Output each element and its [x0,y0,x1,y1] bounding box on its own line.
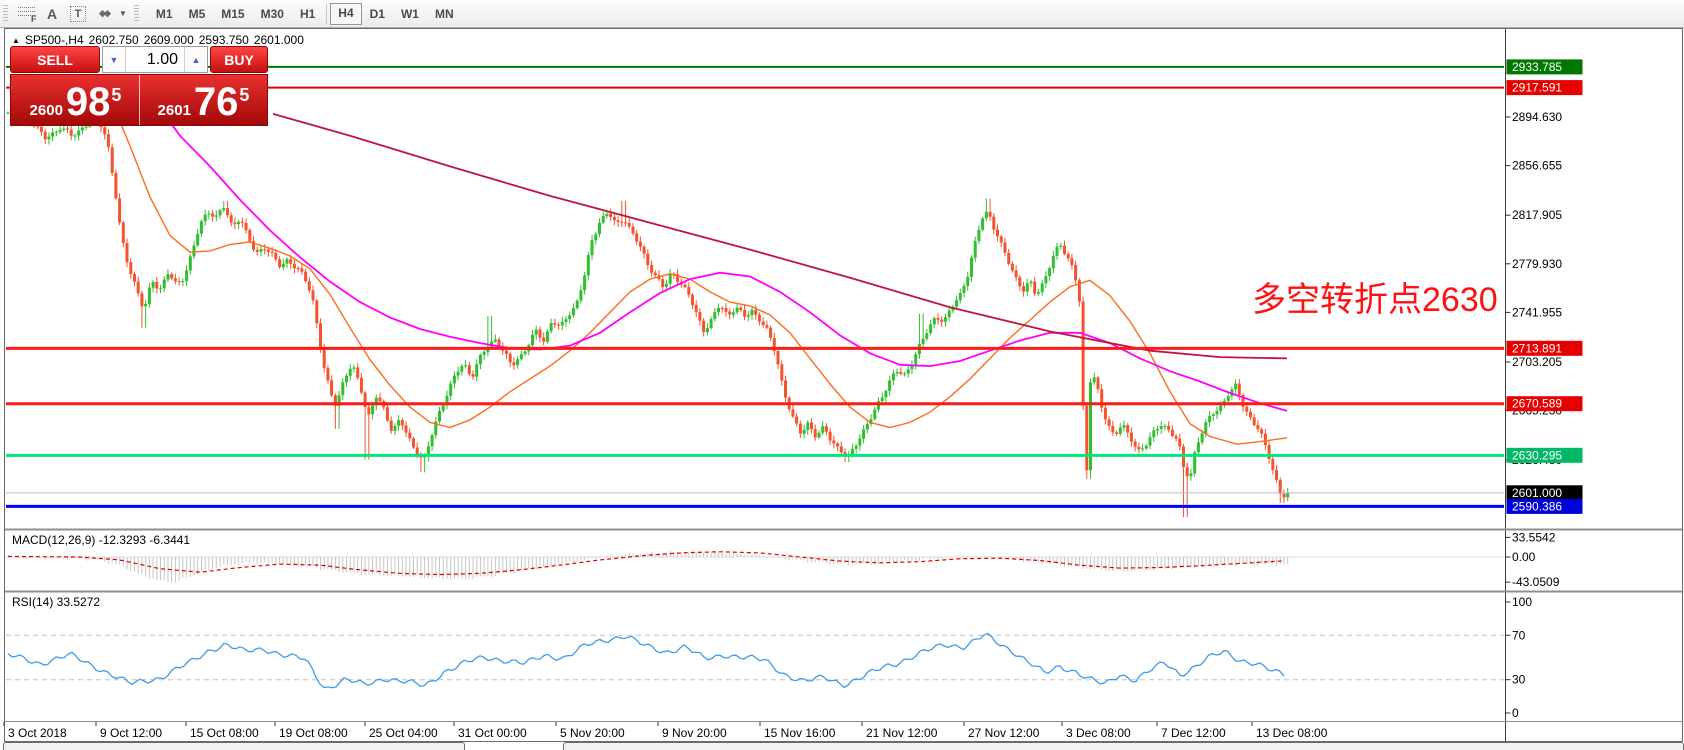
mt4-window: 2894.630 2856.655 2817.905 2779.930 2741.955… [0,0,1684,750]
ohlc-high: 2609.000 [144,33,194,47]
macd-indicator-label: MACD(12,26,9) -12.3293 -6.3441 [12,533,190,547]
buy-price-pips: 76 [194,79,239,125]
svg-text:2933.785: 2933.785 [1512,60,1562,74]
svg-text:2670.589: 2670.589 [1512,397,1562,411]
svg-text:5 Nov 20:00: 5 Nov 20:00 [560,726,625,740]
price-axis[interactable]: 2894.630 2856.655 2817.905 2779.930 2741.955… [1506,110,1563,467]
sell-button[interactable]: SELL [10,46,100,73]
buy-button[interactable]: BUY [210,46,268,73]
symbol-period: SP500-,H4 [25,33,84,47]
svg-text:15 Oct 08:00: 15 Oct 08:00 [190,726,259,740]
ma-fast-line [112,102,1287,444]
svg-text:2630.295: 2630.295 [1512,448,1562,462]
window-frame [5,29,1683,742]
chevron-down-icon[interactable]: ▼ [119,9,127,18]
svg-text:27 Nov 12:00: 27 Nov 12:00 [968,726,1040,740]
rsi-indicator-label: RSI(14) 33.5272 [12,595,100,609]
timeframe-toolbar: M1M5M15M30H1 H4D1W1MN [148,3,462,25]
svg-text:2590.386: 2590.386 [1512,499,1562,513]
period-button-M1[interactable]: M1 [148,4,181,24]
period-button-H1[interactable]: H1 [292,4,323,24]
svg-text:-43.0509: -43.0509 [1512,575,1560,589]
toolbar-drag-handle[interactable] [3,5,8,23]
svg-text:0.00: 0.00 [1512,550,1536,564]
volume-stepper: ▼ 1.00 ▲ [102,46,208,73]
rsi-panel [6,634,1504,688]
period-button-W1[interactable]: W1 [393,4,427,24]
ohlc-low: 2593.750 [199,33,249,47]
svg-text:9 Oct 12:00: 9 Oct 12:00 [100,726,162,740]
sell-price-major: 2600 [30,102,63,119]
svg-text:2713.891: 2713.891 [1512,341,1562,355]
svg-text:100: 100 [1512,595,1532,609]
svg-text:31 Oct 00:00: 31 Oct 00:00 [458,726,527,740]
period-button-M15[interactable]: M15 [213,4,252,24]
period-button-H4[interactable]: H4 [330,3,361,25]
collapse-triangle-icon[interactable]: ▲ [12,36,20,45]
chart-annotation[interactable]: 多空转折点2630 [1252,272,1498,321]
svg-text:70: 70 [1512,628,1526,642]
docked-panel-edge [3,742,465,750]
sell-price-pips: 98 [66,79,111,125]
buy-price-point: 5 [239,85,249,106]
toolbar-divider [326,4,327,24]
quote-display: 2600 98 5 2601 76 5 [10,74,268,126]
text-tool-icon[interactable]: A [39,3,65,25]
svg-text:3 Dec 08:00: 3 Dec 08:00 [1066,726,1131,740]
toolbar: FAT◆◆ ▼ M1M5M15M30H1 H4D1W1MN [0,0,1684,28]
period-button-M30[interactable]: M30 [253,4,292,24]
fibonacci-tool-icon[interactable]: F [13,3,39,25]
toolbar-drag-handle[interactable] [134,5,139,23]
svg-text:9 Nov 20:00: 9 Nov 20:00 [662,726,727,740]
svg-text:19 Oct 08:00: 19 Oct 08:00 [279,726,348,740]
svg-text:15 Nov 16:00: 15 Nov 16:00 [764,726,836,740]
period-button-M5[interactable]: M5 [181,4,214,24]
sell-quote[interactable]: 2600 98 5 [11,75,139,125]
ohlc-close: 2601.000 [254,33,304,47]
time-axis[interactable]: 3 Oct 2018 9 Oct 12:00 15 Oct 08:00 19 Oct … [4,722,1328,740]
indicator-axes: 33.5542 0.00 -43.0509 100 70 30 0 [1506,530,1560,720]
ma-slow-line [150,95,1287,411]
sell-price-point: 5 [111,85,121,106]
svg-text:2779.930: 2779.930 [1512,257,1562,271]
svg-text:2856.655: 2856.655 [1512,159,1562,173]
volume-input[interactable]: 1.00 [126,47,184,72]
one-click-trading-panel: SELL ▼ 1.00 ▲ BUY 2600 98 5 2601 76 5 [10,46,268,126]
period-button-MN[interactable]: MN [427,4,462,24]
volume-increase-icon[interactable]: ▲ [184,47,207,72]
buy-quote[interactable]: 2601 76 5 [139,75,267,125]
svg-text:30: 30 [1512,673,1526,687]
quote-divider [139,75,140,125]
macd-panel [6,551,1504,583]
price-badges: 2933.785 2917.591 2713.891 2670.589 2630.295… [1507,59,1583,514]
svg-text:2601.000: 2601.000 [1512,486,1562,500]
svg-text:0: 0 [1512,706,1519,720]
svg-text:2917.591: 2917.591 [1512,81,1562,95]
svg-text:3 Oct 2018: 3 Oct 2018 [8,726,67,740]
svg-text:33.5542: 33.5542 [1512,530,1556,544]
svg-text:21 Nov 12:00: 21 Nov 12:00 [866,726,938,740]
svg-text:2894.630: 2894.630 [1512,110,1562,124]
svg-text:2817.905: 2817.905 [1512,208,1562,222]
svg-text:25 Oct 04:00: 25 Oct 04:00 [369,726,438,740]
period-button-D1[interactable]: D1 [362,4,393,24]
svg-text:13 Dec 08:00: 13 Dec 08:00 [1256,726,1328,740]
docked-panel-edge [563,742,1684,750]
svg-text:2703.205: 2703.205 [1512,355,1562,369]
buy-price-major: 2601 [158,102,191,119]
ohlc-open: 2602.750 [89,33,139,47]
label-tool-icon[interactable]: T [65,3,91,25]
chart-title: ▲ SP500-,H4 2602.750 2609.000 2593.750 2601.0… [12,33,309,47]
svg-text:2741.955: 2741.955 [1512,305,1562,319]
ma-long-line [273,114,1287,359]
svg-text:7 Dec 12:00: 7 Dec 12:00 [1161,726,1226,740]
arrows-tool-icon[interactable]: ◆◆ [91,3,117,25]
volume-decrease-icon[interactable]: ▼ [103,47,126,72]
